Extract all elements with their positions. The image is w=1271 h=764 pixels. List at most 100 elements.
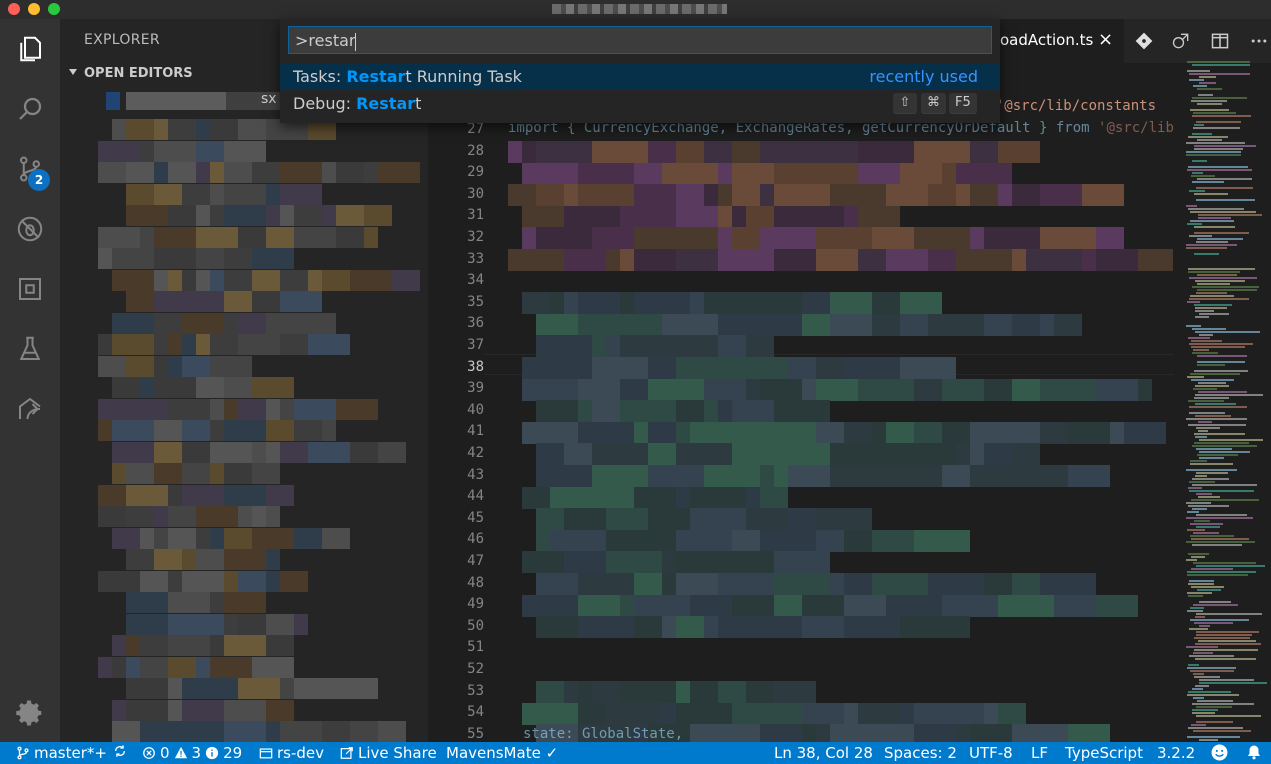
debug-icon[interactable]: [12, 211, 48, 247]
redacted-block: [676, 400, 704, 423]
split-editor-icon[interactable]: [1209, 30, 1231, 52]
more-actions-icon[interactable]: [1248, 30, 1270, 52]
redacted-block: [126, 162, 154, 183]
mavensmate-status[interactable]: MavensMate ✓: [446, 744, 558, 762]
minimize-window-button[interactable]: [28, 3, 40, 15]
minimap-line: [1196, 199, 1255, 201]
minimap-line: [1193, 673, 1204, 675]
redacted-block: [238, 312, 266, 334]
close-window-button[interactable]: [8, 3, 20, 15]
minimap-line: [1192, 712, 1215, 714]
redacted-block: [224, 398, 238, 420]
live-share-button[interactable]: Live Share: [340, 744, 437, 762]
minimap-line: [1189, 235, 1212, 237]
redacted-block: [112, 635, 126, 656]
redacted-block: [224, 420, 266, 441]
sync-icon[interactable]: [113, 744, 127, 758]
keybinding-f5: F5: [949, 93, 977, 114]
redacted-block: [676, 357, 732, 379]
redacted-block: [564, 205, 620, 228]
redacted-block: [280, 205, 294, 226]
language-mode[interactable]: TypeScript: [1065, 744, 1143, 762]
redacted-block: [1026, 421, 1040, 444]
minimap-line: [1194, 370, 1248, 372]
redacted-block: [592, 465, 648, 487]
redacted-block: [704, 227, 718, 250]
redacted-block: [634, 573, 662, 595]
redacted-block: [746, 205, 760, 228]
search-icon[interactable]: [12, 91, 48, 127]
minimap-line: [1195, 436, 1207, 438]
redacted-block: [858, 141, 900, 163]
extensions-icon[interactable]: [12, 271, 48, 307]
redacted-block: [210, 334, 238, 355]
minimap-line: [1188, 583, 1214, 585]
minimap-line: [1198, 421, 1212, 423]
redacted-block: [1096, 249, 1110, 271]
branch-name: master*+: [34, 744, 107, 762]
info-count: 29: [223, 744, 243, 762]
redacted-block: [364, 226, 378, 248]
redacted-block: [578, 400, 592, 423]
redacted-block: [914, 378, 928, 401]
explorer-icon[interactable]: [12, 31, 48, 67]
problems-indicator[interactable]: 0 3 29: [142, 744, 242, 762]
encoding[interactable]: UTF-8: [969, 744, 1013, 762]
redacted-block: [886, 184, 928, 207]
redacted-block: [536, 529, 550, 552]
indentation[interactable]: Spaces: 2: [884, 744, 957, 762]
palette-item-debug-restart[interactable]: Debug: Restart ⇧ ⌘ F5: [280, 90, 1000, 117]
redacted-block: [704, 400, 718, 423]
redacted-block: [564, 292, 578, 315]
branch-indicator[interactable]: master*+: [16, 744, 107, 762]
minimap-line: [1186, 469, 1237, 471]
notifications-bell-icon[interactable]: [1246, 744, 1262, 760]
activity-bar: 2: [0, 19, 60, 742]
maximize-window-button[interactable]: [48, 3, 60, 15]
settings-gear-icon[interactable]: [12, 695, 48, 731]
git-compare-icon[interactable]: [1133, 30, 1155, 52]
feedback-smiley-icon[interactable]: [1211, 744, 1228, 761]
redacted-block: [508, 184, 536, 207]
minimap-line: [1199, 334, 1213, 336]
redacted-block: [154, 269, 168, 291]
redacted-block: [676, 184, 690, 207]
typescript-version[interactable]: 3.2.2: [1157, 744, 1195, 762]
redacted-block: [760, 184, 774, 207]
redacted-block: [578, 378, 620, 401]
test-flask-icon[interactable]: [12, 331, 48, 367]
redacted-block: [252, 269, 280, 291]
redacted-block: [154, 291, 196, 312]
redacted-block: [620, 292, 634, 315]
redacted-block: [578, 573, 606, 595]
minimap-line: [1190, 670, 1234, 672]
workspace-indicator[interactable]: rs-dev: [259, 744, 324, 762]
minimap-line: [1194, 397, 1229, 399]
redacted-block: [816, 227, 872, 250]
open-changes-icon[interactable]: [1170, 30, 1192, 52]
redacted-block: [676, 529, 732, 552]
open-editor-item-redacted[interactable]: [106, 92, 286, 110]
minimap-line: [1198, 217, 1231, 219]
minimap-line: [1188, 166, 1248, 168]
redacted-block: [690, 421, 718, 444]
minimap[interactable]: [1184, 61, 1271, 742]
redacted-block: [126, 183, 154, 205]
line-number: 54: [467, 704, 484, 721]
redacted-block: [564, 184, 578, 207]
minimap-line: [1188, 136, 1228, 138]
redacted-block: [816, 724, 830, 742]
command-palette-input[interactable]: >restar: [288, 26, 992, 54]
redacted-block: [224, 377, 252, 398]
cursor-position[interactable]: Ln 38, Col 28: [774, 744, 873, 762]
redacted-block: [732, 184, 760, 207]
minimap-line: [1188, 727, 1243, 729]
redacted-block: [266, 549, 280, 570]
live-share-icon[interactable]: [12, 391, 48, 427]
palette-item-restart-task[interactable]: Tasks: Restart Running Task recently use…: [280, 63, 1000, 90]
end-of-line[interactable]: LF: [1031, 744, 1048, 762]
tab-close-icon[interactable]: ×: [1098, 29, 1113, 50]
redacted-block: [126, 463, 154, 484]
redacted-block: [620, 400, 676, 423]
redacted-block: [252, 377, 294, 398]
